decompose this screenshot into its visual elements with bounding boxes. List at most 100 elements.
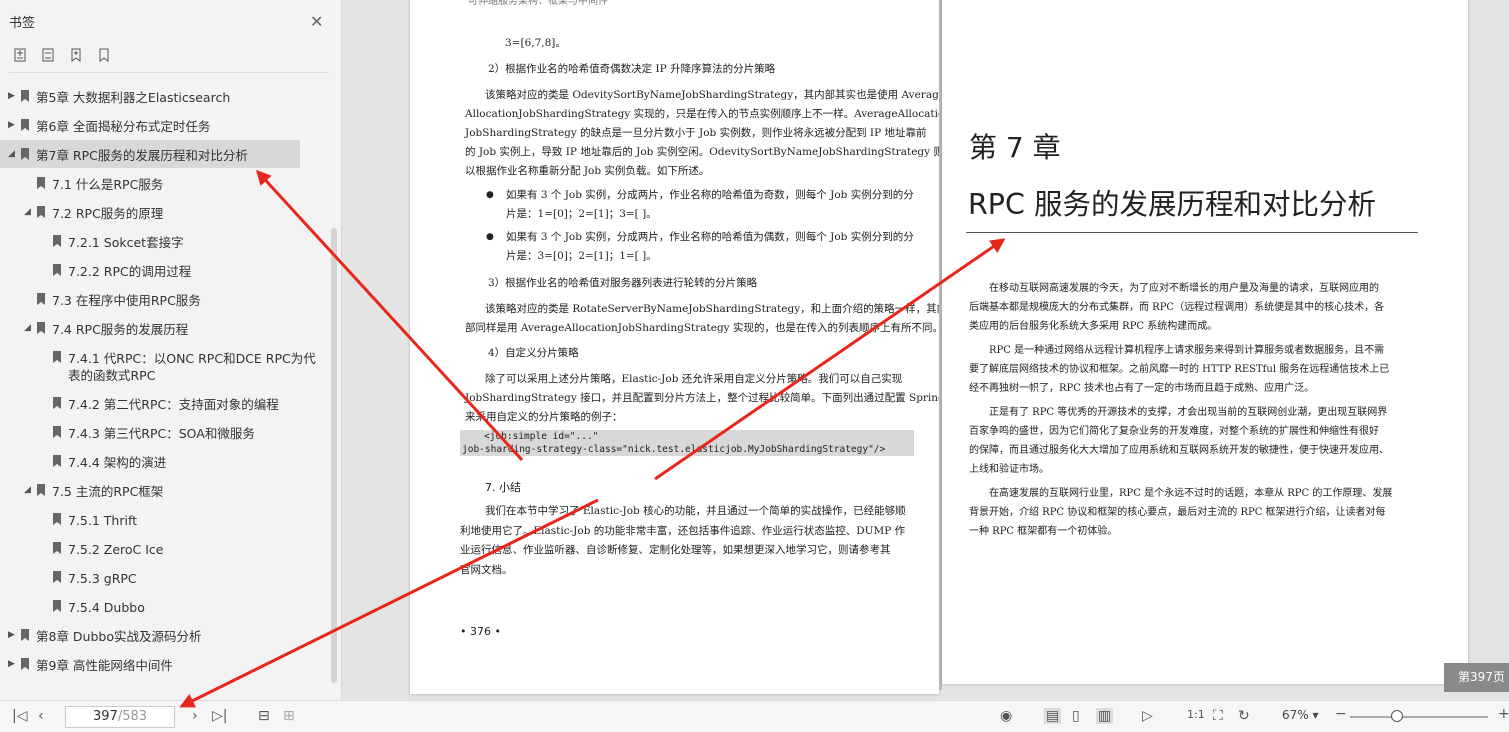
sidebar-item[interactable]: ◢ 7.5 主流的RPC框架 [24,483,163,500]
text-line: 该策略对应的类是 RotateServerByNameJobShardingSt… [485,303,948,315]
text-line: 的 Job 实例上，导致 IP 地址靠后的 Job 实例空闲。OdevitySo… [465,146,955,158]
bookmark-icon [21,658,29,670]
chapter-title: RPC 服务的发展历程和对比分析 [968,188,1376,221]
sidebar-item-label: 7.5 主流的RPC框架 [52,484,164,499]
document-viewer[interactable]: 可伸缩服务架构：框架与中间件 3=[6,7,8]。 2）根据作业名的哈希值奇偶数决… [342,0,1509,700]
eye-protection-icon[interactable]: ◉ [1000,708,1012,724]
bookmark-icon [53,600,61,612]
sidebar-item-label: 7.2.1 Sokcet套接字 [68,235,184,250]
next-page-icon[interactable]: › [192,708,198,724]
panel-title: 书签 [9,16,36,31]
sidebar-item[interactable]: 7.5.2 ZeroC Ice [40,541,164,558]
sidebar-item-label: 第7章 RPC服务的发展历程和对比分析 [36,148,248,163]
close-icon[interactable]: ✕ [310,12,323,31]
zoom-level[interactable]: 67% ▾ [1282,708,1319,722]
collapsed-chevron-icon[interactable]: ▶ [8,659,18,669]
sidebar-item[interactable]: ▶ 第5章 大数据利器之Elasticsearch [8,89,230,106]
bookmark-icon [21,148,29,160]
add-bookmark-icon[interactable] [68,47,84,63]
zoom-out-icon[interactable]: − [1335,706,1347,722]
sidebar-scrollbar[interactable] [331,228,337,683]
continuous-page-icon[interactable]: ▯ [1072,708,1080,724]
text-line: 来采用自定义的分片策略的例子： [465,411,623,423]
back-icon[interactable]: ⊟ [258,708,270,724]
text-line: 4）自定义分片策略 [488,347,579,359]
sidebar-item[interactable]: ▶ 第9章 高性能网络中间件 [8,657,173,674]
page-indicator-badge: 第397页 [1444,663,1509,692]
text-line: 2）根据作业名的哈希值奇偶数决定 IP 升降序算法的分片策略 [488,63,776,75]
code-line: <job:simple id="..." [484,431,599,442]
single-page-icon[interactable]: ▤ [1044,708,1062,724]
sidebar-item[interactable]: 7.5.1 Thrift [40,512,137,529]
bookmark-icon [53,351,61,363]
expanded-chevron-icon[interactable]: ◢ [24,323,34,333]
actual-size-icon[interactable]: 1:1 [1187,708,1205,721]
collapsed-chevron-icon[interactable]: ▶ [8,91,18,101]
sidebar-item[interactable]: 7.3 在程序中使用RPC服务 [24,292,201,309]
sidebar-item[interactable]: 7.2.1 Sokcet套接字 [40,234,184,251]
collapsed-chevron-icon[interactable]: ▶ [8,630,18,640]
text-line: 我们在本节中学习了 Elastic-Job 核心的功能，并且通过一个简单的实战操… [485,505,906,517]
sidebar-item[interactable]: 7.4.2 第二代RPC：支持面对象的编程 [40,396,318,413]
prev-page-icon[interactable]: ‹ [38,708,44,724]
bookmark-icon[interactable] [96,47,112,63]
collapse-bookmarks-icon[interactable] [40,47,56,63]
bookmark-icon [53,235,61,247]
sidebar-item[interactable]: ◢ 7.2 RPC服务的原理 [24,205,163,222]
zoom-slider-handle[interactable] [1391,710,1403,722]
bookmark-icon [53,571,61,583]
last-page-icon[interactable]: ▷| [212,708,227,724]
rotate-icon[interactable]: ↻ [1238,708,1250,724]
bookmark-icon [37,206,45,218]
text-line: JobShardingStrategy 接口，并且配置到分片方法上，整个过程比较… [465,392,945,404]
expanded-chevron-icon[interactable]: ◢ [24,485,34,495]
bookmark-icon [37,293,45,305]
page-input[interactable]: 397/583 [65,706,175,728]
text-line: 在高速发展的互联网行业里，RPC 是个永远不过时的话题，本章从 RPC 的工作原… [989,488,1393,499]
sidebar-item-label: 7.4.4 架构的演进 [68,455,167,470]
chevron-down-icon[interactable]: ▾ [1313,708,1319,722]
sidebar-item[interactable]: ▶ 第8章 Dubbo实战及源码分析 [8,628,202,645]
sidebar-item-label: 7.4.1 代RPC：以ONC RPC和DCE RPC为代表的函数式RPC [68,351,316,383]
expand-bookmarks-icon[interactable] [12,47,28,63]
sidebar-item-label: 7.2.2 RPC的调用过程 [68,264,192,279]
text-line: 百家争鸣的盛世，因为它们简化了复杂业务的开发难度，对整个系统的扩展性和伸缩性有很… [969,426,1379,437]
sidebar-item[interactable]: ▶ 第6章 全面揭秘分布式定时任务 [8,118,210,135]
sidebar-item[interactable]: 7.4.3 第三代RPC：SOA和微服务 [40,425,255,442]
bookmark-icon [21,629,29,641]
text-line: 一种 RPC 框架都有一个初体验。 [969,526,1118,537]
fit-page-icon[interactable]: ⛶ [1213,708,1223,724]
collapsed-chevron-icon[interactable]: ▶ [8,120,18,130]
sidebar-item[interactable]: 7.2.2 RPC的调用过程 [40,263,191,280]
section-heading: 7. 小结 [485,481,521,494]
sidebar-item[interactable]: ◢ 7.4 RPC服务的发展历程 [24,321,188,338]
text-line: JobShardingStrategy 的缺点是一旦分片数小于 Job 实例数，… [465,127,927,139]
sidebar-item[interactable]: 7.1 什么是RPC服务 [24,176,163,193]
text-line: 类应用的后台服务化系统大多采用 RPC 系统构建而成。 [969,321,1218,332]
divider [9,72,329,73]
sidebar-item[interactable]: ◢ 第7章 RPC服务的发展历程和对比分析 [0,140,300,168]
sidebar-item-label: 7.5.2 ZeroC Ice [68,542,164,557]
sidebar-item-label: 第6章 全面揭秘分布式定时任务 [36,119,211,134]
sidebar-item[interactable]: 7.4.1 代RPC：以ONC RPC和DCE RPC为代表的函数式RPC [40,350,318,384]
first-page-icon[interactable]: |◁ [12,708,27,724]
sidebar-item-label: 第5章 大数据利器之Elasticsearch [36,90,231,105]
text-line: 在移动互联网高速发展的今天，为了应对不断增长的用户量及海量的请求，互联网应用的 [989,283,1379,294]
sidebar-item[interactable]: 7.5.4 Dubbo [40,599,145,616]
sidebar-item[interactable]: 7.4.4 架构的演进 [40,454,166,471]
play-icon[interactable]: ▷ [1142,708,1153,724]
text-line: 片是：1=[0]；2=[1]；3=[ ]。 [506,208,657,220]
chapter-number: 第 7 章 [969,131,1061,164]
double-page-icon[interactable]: ▥ [1096,708,1114,724]
zoom-slider[interactable] [1350,716,1488,718]
sidebar-item-label: 7.4 RPC服务的发展历程 [52,322,189,337]
sidebar-item[interactable]: 7.5.3 gRPC [40,570,137,587]
expanded-chevron-icon[interactable]: ◢ [24,207,34,217]
sidebar-item-label: 7.3 在程序中使用RPC服务 [52,293,201,308]
bookmark-icon [53,455,61,467]
zoom-in-icon[interactable]: + [1498,706,1509,722]
text-line: 除了可以采用上述分片策略，Elastic-Job 还允许采用自定义分片策略。我们… [485,373,903,385]
zoom-value: 67% [1282,708,1309,722]
expanded-chevron-icon[interactable]: ◢ [8,149,18,159]
forward-icon[interactable]: ⊞ [283,708,295,724]
